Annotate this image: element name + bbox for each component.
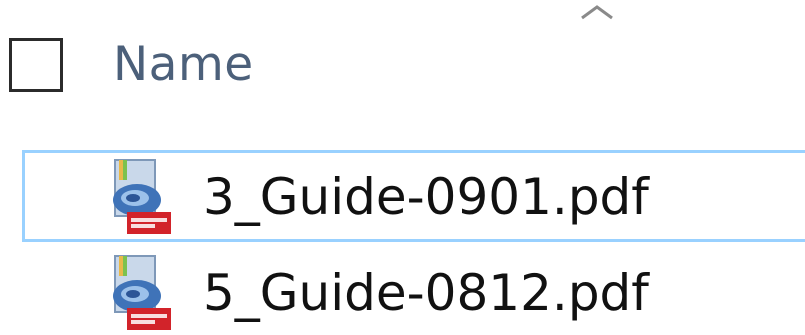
column-header-name[interactable]: Name: [113, 34, 254, 96]
select-all-checkbox[interactable]: [9, 38, 63, 92]
file-row[interactable]: 3_Guide-0901.pdf: [22, 150, 805, 242]
file-name[interactable]: 3_Guide-0901.pdf: [203, 159, 649, 235]
file-name[interactable]: 5_Guide-0812.pdf: [203, 255, 649, 331]
file-list-pane: Name 3_Guide-0901.pdf 5_Guide-0812.pdf: [0, 0, 805, 335]
chevron-up-icon[interactable]: [579, 4, 615, 20]
pdf-file-icon: [113, 255, 171, 330]
file-row[interactable]: 5_Guide-0812.pdf: [22, 246, 805, 335]
pdf-file-icon: [113, 159, 171, 234]
